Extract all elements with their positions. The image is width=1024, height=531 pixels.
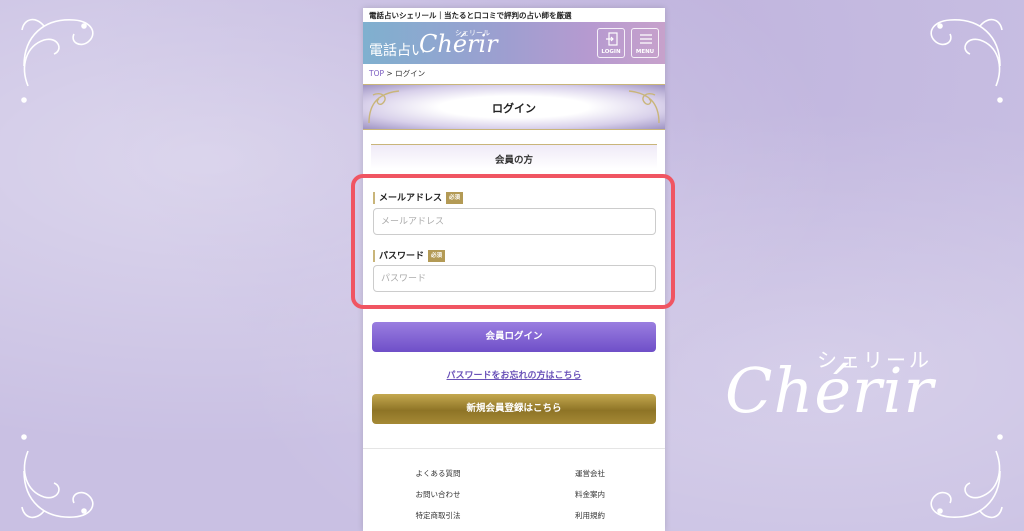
corner-ornament-icon [918, 431, 1010, 531]
corner-ornament-icon [14, 6, 106, 106]
page-title-banner: ログイン [363, 84, 665, 130]
password-label-text: パスワード [379, 251, 425, 262]
forgot-password-link[interactable]: パスワードをお忘れの方はこちら [363, 368, 665, 381]
footer-divider [363, 448, 665, 449]
member-login-button[interactable]: 会員ログイン [372, 322, 656, 352]
breadcrumb-current: ログイン [395, 69, 426, 78]
required-badge: 必須 [428, 250, 446, 262]
email-field[interactable] [373, 208, 656, 235]
footer-link-contact[interactable]: お問い合わせ [383, 489, 493, 500]
footer-link-terms[interactable]: 利用規約 [535, 510, 645, 521]
password-field[interactable] [373, 265, 656, 292]
footer-link-law[interactable]: 特定商取引法 [383, 510, 493, 521]
login-label: LOGIN [601, 49, 621, 55]
section-title: 会員の方 [371, 145, 657, 169]
login-door-icon [606, 32, 618, 46]
logo-jp: 電話占い [369, 43, 425, 59]
site-tagline: 電話占いシェリール｜当たると口コミで評判の占い師を厳選 [369, 11, 572, 20]
footer-link-pricing[interactable]: 料金案内 [535, 489, 645, 500]
breadcrumb-separator: > [386, 69, 393, 78]
required-badge: 必須 [446, 192, 464, 204]
email-label-text: メールアドレス [379, 193, 443, 204]
email-label: メールアドレス 必須 [373, 192, 464, 204]
corner-ornament-icon [918, 6, 1010, 106]
mobile-page: 電話占いシェリール｜当たると口コミで評判の占い師を厳選 電話占い Chérir … [363, 8, 665, 531]
brand-latin: Chérir [725, 354, 935, 427]
hamburger-menu-icon [640, 34, 652, 44]
site-header: 電話占い Chérir シェリール LOGIN MENU [363, 22, 665, 64]
corner-ornament-icon [14, 431, 106, 531]
breadcrumb-top[interactable]: TOP [369, 69, 384, 78]
menu-button[interactable]: MENU [631, 28, 659, 58]
footer-link-company[interactable]: 運営会社 [535, 468, 645, 479]
menu-label: MENU [635, 49, 655, 55]
footer-link-faq[interactable]: よくある質問 [383, 468, 493, 479]
login-button[interactable]: LOGIN [597, 28, 625, 58]
logo-kana: シェリール [455, 29, 490, 37]
brand-logo-large: シェリール Chérir [725, 340, 965, 430]
register-button[interactable]: 新規会員登録はこちら [372, 394, 656, 424]
page-title: ログイン [492, 102, 536, 115]
password-label: パスワード 必須 [373, 250, 446, 262]
breadcrumb: TOP > ログイン [363, 64, 665, 80]
